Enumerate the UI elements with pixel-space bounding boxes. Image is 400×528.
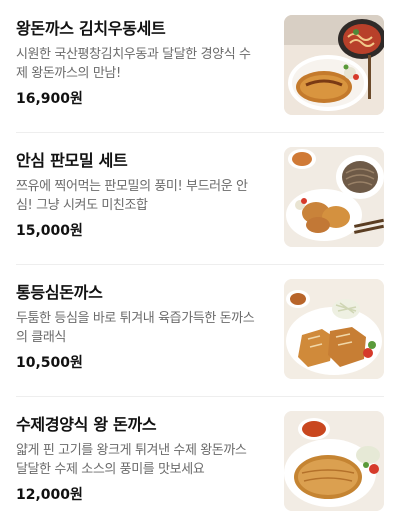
menu-item-price: 10,500원	[16, 355, 83, 371]
menu-item-info: 통등심돈까스 두툼한 등심을 바로 튀겨내 육즙가득한 돈까스 의 클래식 10…	[16, 282, 270, 373]
menu-item-name: 수제경양식 왕 돈까스	[16, 415, 157, 434]
menu-item-description-line: 시원한 국산평창김치우동과 달달한 경양식 수	[16, 47, 251, 62]
menu-list: 왕돈까스 김치우동세트 시원한 국산평창김치우동과 달달한 경양식 수 제 왕돈…	[0, 0, 400, 528]
tenderloin-cutlet-soba-photo-icon[interactable]	[284, 147, 384, 247]
menu-item-description-line: 의 클래식	[16, 330, 66, 345]
menu-item-info: 왕돈까스 김치우동세트 시원한 국산평창김치우동과 달달한 경양식 수 제 왕돈…	[16, 18, 270, 109]
menu-item-description-line: 제 왕돈까스의 만남!	[16, 66, 121, 81]
menu-item-price: 15,000원	[16, 223, 83, 239]
menu-item-name: 왕돈까스 김치우동세트	[16, 19, 166, 38]
menu-item-name: 안심 판모밀 세트	[16, 151, 128, 170]
handmade-western-cutlet-photo-icon[interactable]	[284, 411, 384, 511]
menu-item-description: 쯔유에 찍어먹는 판모밀의 풍미! 부드러운 안 심! 그냥 시켜도 미친조합	[16, 177, 270, 215]
menu-item-description: 두툼한 등심을 바로 튀겨내 육즙가득한 돈까스 의 클래식	[16, 309, 270, 347]
menu-item[interactable]: 왕돈까스 김치우동세트 시원한 국산평창김치우동과 달달한 경양식 수 제 왕돈…	[0, 0, 400, 132]
menu-item[interactable]: 통등심돈까스 두툼한 등심을 바로 튀겨내 육즙가득한 돈까스 의 클래식 10…	[0, 264, 400, 396]
menu-item-info: 안심 판모밀 세트 쯔유에 찍어먹는 판모밀의 풍미! 부드러운 안 심! 그냥…	[16, 150, 270, 241]
menu-item[interactable]: 안심 판모밀 세트 쯔유에 찍어먹는 판모밀의 풍미! 부드러운 안 심! 그냥…	[0, 132, 400, 264]
menu-item-name: 통등심돈까스	[16, 283, 103, 302]
menu-item-description-line: 달달한 수제 소스의 풍미를 맛보세요	[16, 462, 205, 477]
menu-item-price: 12,000원	[16, 487, 83, 503]
menu-item-description-line: 얇게 핀 고기를 왕크게 튀겨낸 수제 왕돈까스	[16, 443, 247, 458]
menu-item-description: 얇게 핀 고기를 왕크게 튀겨낸 수제 왕돈까스 달달한 수제 소스의 풍미를 …	[16, 441, 270, 479]
menu-item-description-line: 두툼한 등심을 바로 튀겨내 육즙가득한 돈까스	[16, 311, 255, 326]
thick-loin-cutlet-photo-icon[interactable]	[284, 279, 384, 379]
pork-cutlet-kimchi-udon-photo-icon[interactable]	[284, 15, 384, 115]
menu-item[interactable]: 수제경양식 왕 돈까스 얇게 핀 고기를 왕크게 튀겨낸 수제 왕돈까스 달달한…	[0, 396, 400, 528]
menu-item-description-line: 심! 그냥 시켜도 미친조합	[16, 198, 148, 213]
menu-item-description: 시원한 국산평창김치우동과 달달한 경양식 수 제 왕돈까스의 만남!	[16, 45, 270, 83]
menu-item-price: 16,900원	[16, 91, 83, 107]
menu-item-description-line: 쯔유에 찍어먹는 판모밀의 풍미! 부드러운 안	[16, 179, 248, 194]
menu-item-info: 수제경양식 왕 돈까스 얇게 핀 고기를 왕크게 튀겨낸 수제 왕돈까스 달달한…	[16, 414, 270, 505]
